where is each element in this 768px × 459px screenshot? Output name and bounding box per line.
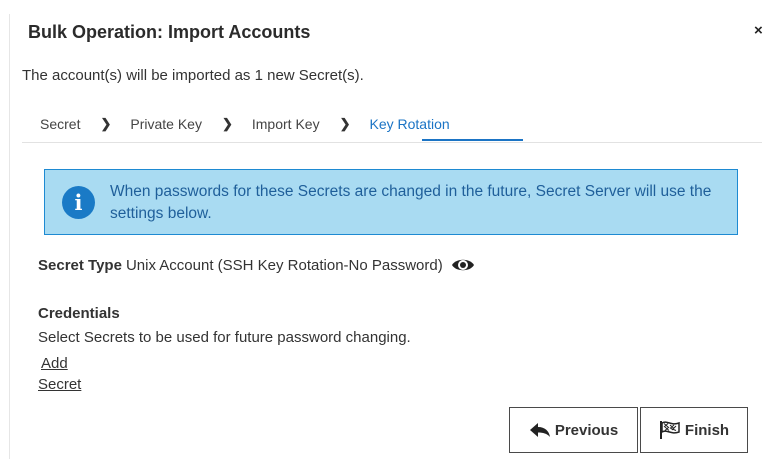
wizard-steps: Secret ❯ Private Key ❯ Import Key ❯ Key …	[40, 114, 450, 134]
steps-divider	[22, 142, 762, 143]
dialog-subtitle: The account(s) will be imported as 1 new…	[22, 67, 364, 84]
chevron-right-icon: ❯	[100, 116, 112, 131]
step-private-key[interactable]: Private Key	[130, 116, 202, 132]
secret-type-value: Unix Account (SSH Key Rotation-No Passwo…	[125, 256, 443, 274]
dialog-left-border	[9, 14, 10, 459]
credentials-description: Select Secrets to be used for future pas…	[38, 329, 411, 346]
secret-link[interactable]: Secret	[38, 376, 81, 393]
close-icon[interactable]: ×	[754, 22, 763, 39]
previous-label: Previous	[554, 421, 619, 439]
info-text: When passwords for these Secrets are cha…	[110, 183, 712, 222]
import-accounts-dialog: Bulk Operation: Import Accounts × The ac…	[0, 0, 768, 459]
add-secret-link[interactable]: Add	[41, 355, 68, 372]
chevron-right-icon: ❯	[339, 116, 351, 131]
credentials-title: Credentials	[38, 305, 120, 322]
finish-button[interactable]: Finish	[640, 407, 748, 453]
checkered-flag-icon	[659, 421, 680, 439]
step-key-rotation[interactable]: Key Rotation	[369, 116, 449, 132]
info-box: i When passwords for these Secrets are c…	[44, 169, 738, 235]
info-icon: i	[62, 186, 95, 219]
finish-label: Finish	[684, 421, 730, 439]
active-step-indicator	[422, 139, 523, 141]
reply-arrow-icon	[529, 423, 550, 437]
previous-button[interactable]: Previous	[509, 407, 638, 453]
step-import-key[interactable]: Import Key	[252, 116, 320, 132]
step-secret[interactable]: Secret	[40, 116, 80, 132]
eye-icon[interactable]	[451, 256, 475, 274]
chevron-right-icon: ❯	[221, 116, 233, 131]
secret-type-row: Secret Type Unix Account (SSH Key Rotati…	[38, 256, 475, 274]
dialog-title: Bulk Operation: Import Accounts	[28, 22, 311, 42]
secret-type-label: Secret Type	[38, 256, 122, 274]
